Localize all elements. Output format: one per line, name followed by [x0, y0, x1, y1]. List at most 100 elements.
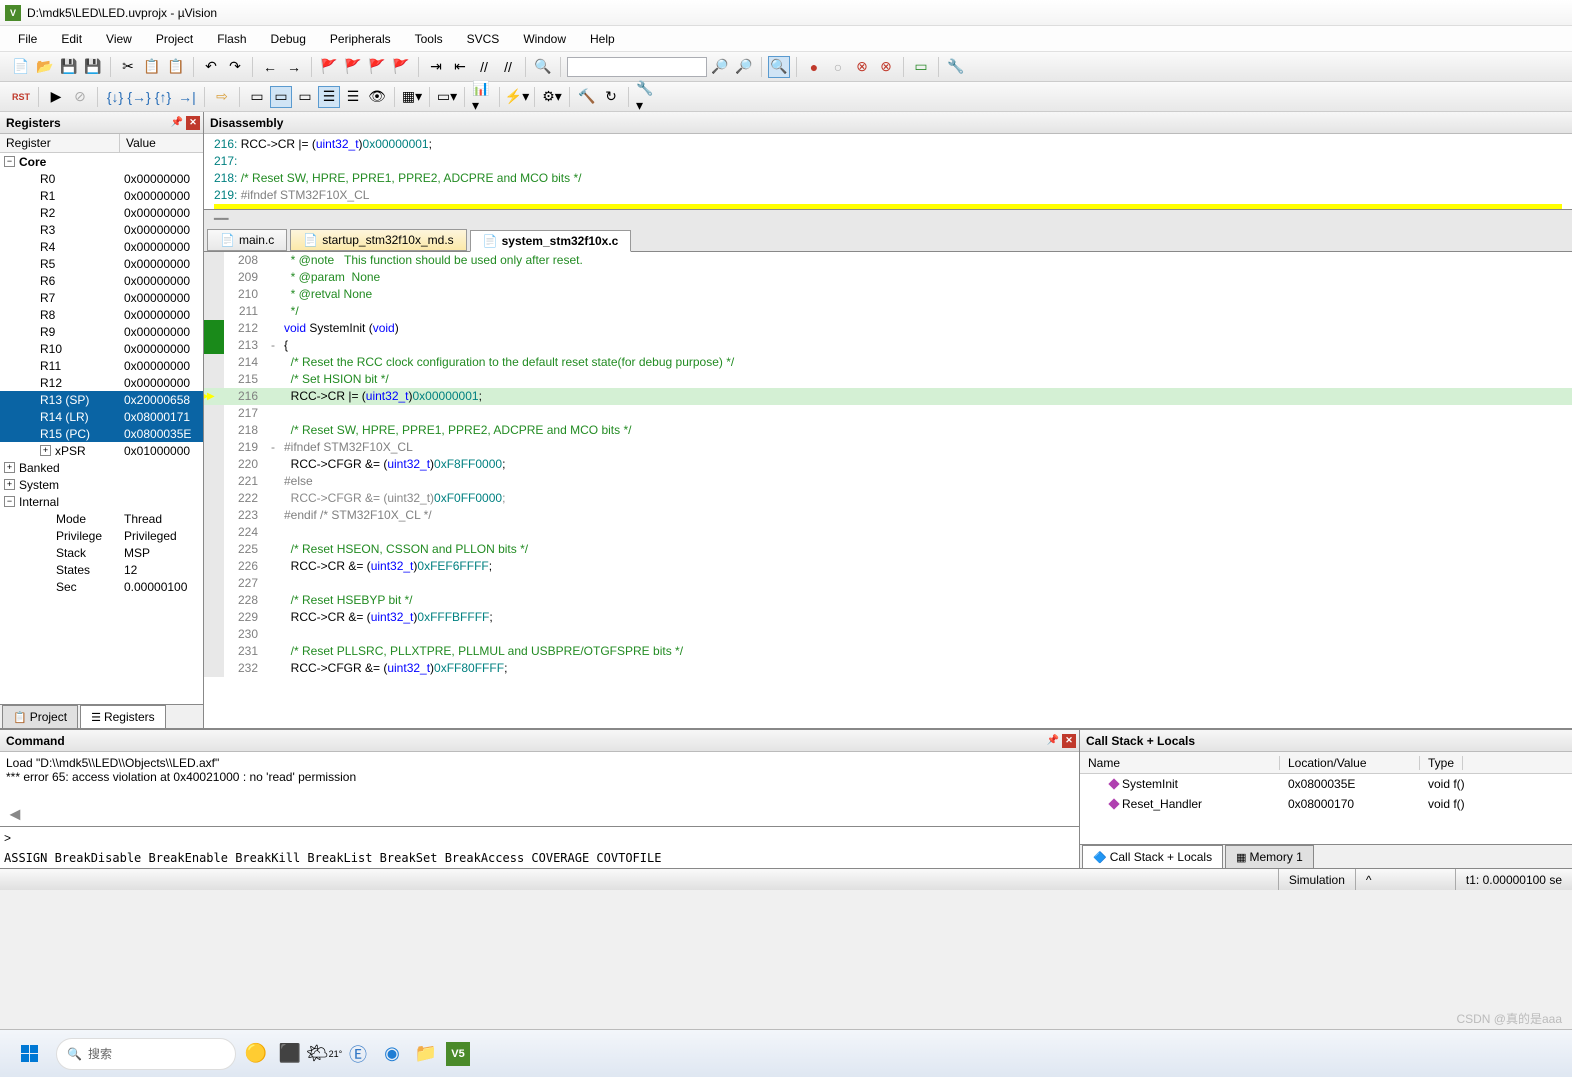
register-row[interactable]: StackMSP	[0, 544, 203, 561]
save-icon[interactable]: 💾	[58, 56, 80, 78]
code-line[interactable]: 226 RCC->CR &= (uint32_t)0xFEF6FFFF;	[204, 558, 1572, 575]
cmd-window-icon[interactable]: ▭	[246, 86, 268, 108]
paste-icon[interactable]: 📋	[165, 56, 187, 78]
code-line[interactable]: 215 /* Set HSION bit */	[204, 371, 1572, 388]
registers-window-icon[interactable]: ☰	[318, 86, 340, 108]
scrollbar-horizontal[interactable]: ━━	[204, 210, 1572, 228]
tab-startup-s[interactable]: 📄startup_stm32f10x_md.s	[290, 229, 466, 251]
bookmark-icon[interactable]: 🚩	[318, 56, 340, 78]
code-line[interactable]: 214 /* Reset the RCC clock configuration…	[204, 354, 1572, 371]
menu-tools[interactable]: Tools	[405, 29, 453, 49]
tab-project[interactable]: 📋Project	[2, 705, 78, 728]
new-file-icon[interactable]: 📄	[10, 56, 32, 78]
toolbox-icon[interactable]: 🔨	[576, 86, 598, 108]
symbol-window-icon[interactable]: ▭	[294, 86, 316, 108]
uvision-icon[interactable]: V5	[446, 1042, 470, 1066]
pin-icon[interactable]: 📌	[1046, 734, 1060, 748]
code-line[interactable]: 223#endif /* STM32F10X_CL */	[204, 507, 1572, 524]
start-button[interactable]	[8, 1036, 50, 1072]
reg-system[interactable]: +System	[0, 476, 203, 493]
collapse-icon[interactable]: −	[4, 156, 15, 167]
watch-window-icon[interactable]: 👁	[366, 86, 388, 108]
reg-banked[interactable]: +Banked	[0, 459, 203, 476]
system-viewer-icon[interactable]: ⚙▾	[541, 86, 563, 108]
serial-window-icon[interactable]: ▭▾	[436, 86, 458, 108]
menu-peripherals[interactable]: Peripherals	[320, 29, 401, 49]
pin-icon[interactable]: 📌	[170, 116, 184, 130]
code-line[interactable]: 229 RCC->CR &= (uint32_t)0xFFFBFFFF;	[204, 609, 1572, 626]
register-row[interactable]: R70x00000000	[0, 289, 203, 306]
register-row[interactable]: R90x00000000	[0, 323, 203, 340]
bookmark-prev-icon[interactable]: 🚩	[342, 56, 364, 78]
code-line[interactable]: 228 /* Reset HSEBYP bit */	[204, 592, 1572, 609]
register-row[interactable]: R30x00000000	[0, 221, 203, 238]
menu-help[interactable]: Help	[580, 29, 625, 49]
weather-icon[interactable]: 🌤21°	[310, 1040, 338, 1068]
disassembly-content[interactable]: 216: RCC->CR |= (uint32_t)0x00000001; 21…	[204, 134, 1572, 209]
register-row[interactable]: R14 (LR)0x08000171	[0, 408, 203, 425]
bookmark-clear-icon[interactable]: 🚩	[390, 56, 412, 78]
close-icon[interactable]: ✕	[186, 116, 200, 130]
cut-icon[interactable]: ✂	[117, 56, 139, 78]
code-line[interactable]: 209 * @param None	[204, 269, 1572, 286]
menu-edit[interactable]: Edit	[51, 29, 92, 49]
code-line[interactable]: 227	[204, 575, 1572, 592]
register-row[interactable]: R20x00000000	[0, 204, 203, 221]
explorer-icon[interactable]: 📁	[412, 1040, 440, 1068]
code-line[interactable]: 210 * @retval None	[204, 286, 1572, 303]
run-to-cursor-icon[interactable]: →|	[176, 86, 198, 108]
register-row[interactable]: +xPSR0x01000000	[0, 442, 203, 459]
collapse-icon[interactable]: −	[4, 496, 15, 507]
save-all-icon[interactable]: 💾	[82, 56, 104, 78]
outdent-icon[interactable]: ⇤	[449, 56, 471, 78]
command-input[interactable]: >	[0, 826, 1079, 848]
registers-table[interactable]: Register Value −Core R00x00000000R10x000…	[0, 134, 203, 704]
code-line[interactable]: 213-{	[204, 337, 1572, 354]
register-row[interactable]: ModeThread	[0, 510, 203, 527]
stop-icon[interactable]: ⊘	[69, 86, 91, 108]
step-over-icon[interactable]: {→}	[128, 86, 150, 108]
code-line[interactable]: 212void SystemInit (void)	[204, 320, 1572, 337]
find-files-icon[interactable]: 🔎	[733, 56, 755, 78]
scroll-up-icon[interactable]: ^	[1366, 873, 1372, 887]
taskbar-search[interactable]: 🔍 搜索	[56, 1038, 236, 1070]
reg-core[interactable]: −Core	[0, 153, 203, 170]
menu-view[interactable]: View	[96, 29, 142, 49]
menu-project[interactable]: Project	[146, 29, 203, 49]
menu-flash[interactable]: Flash	[207, 29, 256, 49]
code-line[interactable]: 217	[204, 405, 1572, 422]
find-combo[interactable]	[567, 57, 707, 77]
register-row[interactable]: R120x00000000	[0, 374, 203, 391]
close-icon[interactable]: ✕	[1062, 734, 1076, 748]
show-next-icon[interactable]: ⇨	[211, 86, 233, 108]
code-line[interactable]: 222 RCC->CFGR &= (uint32_t)0xF0FF0000;	[204, 490, 1572, 507]
code-line[interactable]: 216 RCC->CR |= (uint32_t)0x00000001;	[204, 388, 1572, 405]
open-icon[interactable]: 📂	[34, 56, 56, 78]
copilot-icon[interactable]: 🟡	[242, 1040, 270, 1068]
step-in-icon[interactable]: {↓}	[104, 86, 126, 108]
menu-svcs[interactable]: SVCS	[457, 29, 510, 49]
taskview-icon[interactable]: ⬛	[276, 1040, 304, 1068]
find-next-icon[interactable]: 🔎	[709, 56, 731, 78]
register-row[interactable]: R50x00000000	[0, 255, 203, 272]
register-row[interactable]: Sec0.00000100	[0, 578, 203, 595]
expand-icon[interactable]: +	[4, 479, 15, 490]
code-line[interactable]: 208 * @note This function should be used…	[204, 252, 1572, 269]
tab-system-c[interactable]: 📄system_stm32f10x.c	[470, 230, 632, 252]
register-row[interactable]: R40x00000000	[0, 238, 203, 255]
code-line[interactable]: 220 RCC->CFGR &= (uint32_t)0xF8FF0000;	[204, 456, 1572, 473]
tab-callstack[interactable]: 🔷Call Stack + Locals	[1082, 845, 1223, 868]
register-row[interactable]: R13 (SP)0x20000658	[0, 391, 203, 408]
memory-window-icon[interactable]: ▦▾	[401, 86, 423, 108]
register-row[interactable]: R60x00000000	[0, 272, 203, 289]
undo-icon[interactable]: ↶	[200, 56, 222, 78]
code-line[interactable]: 230	[204, 626, 1572, 643]
nav-fwd-icon[interactable]: →	[283, 56, 305, 78]
menu-window[interactable]: Window	[513, 29, 576, 49]
run-icon[interactable]: ▶	[45, 86, 67, 108]
update-icon[interactable]: ↻	[600, 86, 622, 108]
code-line[interactable]: 221#else	[204, 473, 1572, 490]
register-row[interactable]: R100x00000000	[0, 340, 203, 357]
code-line[interactable]: 218 /* Reset SW, HPRE, PPRE1, PPRE2, ADC…	[204, 422, 1572, 439]
breakpoint-killall-icon[interactable]: ⊗	[875, 56, 897, 78]
